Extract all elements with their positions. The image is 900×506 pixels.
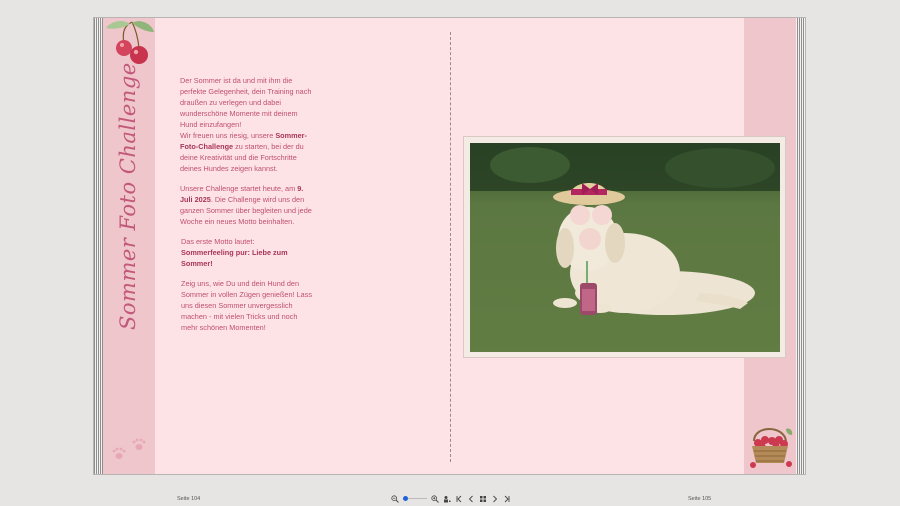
zoom-slider-knob[interactable] <box>403 496 409 501</box>
photobook-spread: Sommer Foto Challenge Der Sommer ist da … <box>93 17 806 475</box>
page-number-left: Seite 104 <box>177 496 201 502</box>
paragraph-intro: Der Sommer ist da und mit ihm die perfek… <box>180 76 312 129</box>
grid-view-icon[interactable] <box>479 495 487 503</box>
page-edges-right <box>796 18 805 474</box>
dog-photo[interactable] <box>470 143 780 352</box>
text-run: Unsere Challenge startet heute, am <box>180 184 298 193</box>
viewer-toolbar: Seite 104 Seite 105 <box>0 492 900 506</box>
viewer-controls <box>391 493 511 505</box>
paragraph-challenge: Wir freuen uns riesig, unsere Sommer-Fot… <box>180 130 316 174</box>
text-run: Wir freuen uns riesig, unsere <box>180 131 276 140</box>
last-page-icon[interactable] <box>503 495 511 503</box>
zoom-in-icon[interactable] <box>431 495 439 503</box>
page-number-right: Seite 105 <box>688 496 712 502</box>
prev-page-icon[interactable] <box>467 495 475 503</box>
fit-page-icon[interactable] <box>443 495 451 503</box>
page-edges-left <box>94 18 103 474</box>
intro-text: Der Sommer ist da und mit ihm die perfek… <box>180 75 316 342</box>
paragraph-closing: Zeig uns, wie Du und dein Hund den Somme… <box>181 279 313 332</box>
zoom-out-icon[interactable] <box>391 495 399 503</box>
paragraph-motto: Das erste Motto lautet: Sommerfeeling pur… <box>180 236 316 269</box>
paragraph-start-date: Unsere Challenge startet heute, am 9. Ju… <box>180 183 316 227</box>
photo-frame[interactable] <box>463 136 786 358</box>
book-spine <box>450 32 451 462</box>
zoom-slider[interactable] <box>403 495 427 503</box>
motto-label: Das erste Motto lautet: <box>181 237 255 246</box>
next-page-icon[interactable] <box>491 495 499 503</box>
cherries-icon <box>106 21 154 64</box>
first-page-icon[interactable] <box>455 495 463 503</box>
paw-prints-icon <box>112 438 146 459</box>
cherry-basket-icon <box>750 428 793 468</box>
vertical-title: Sommer Foto Challenge <box>116 62 140 330</box>
motto-title: Sommerfeeling pur: Liebe zum Sommer! <box>181 248 288 268</box>
